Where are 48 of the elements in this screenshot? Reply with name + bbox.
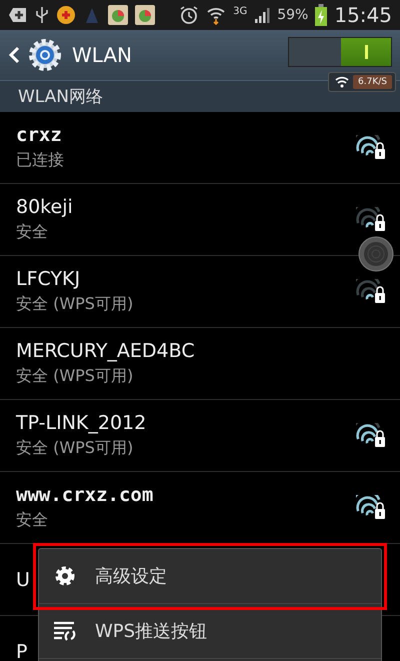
- network-name: MERCURY_AED4BC: [16, 340, 195, 362]
- screen-title: WLAN: [72, 43, 132, 67]
- network-item[interactable]: TP-LINK_2012 安全 (WPS可用): [0, 400, 400, 472]
- network-status: 已连接: [16, 150, 64, 171]
- network-status: 安全 (WPS可用): [16, 366, 134, 387]
- section-header: WLAN网络: [18, 86, 104, 108]
- network-status: 安全 (WPS可用): [16, 294, 134, 315]
- floating-button[interactable]: [358, 236, 394, 272]
- network-name: P: [16, 640, 28, 661]
- network-name: U: [16, 568, 30, 590]
- add-icon: [8, 6, 28, 24]
- wifi-lock-icon: [356, 206, 386, 232]
- settings-icon: [53, 564, 77, 588]
- battery-percent: 59%: [277, 7, 308, 23]
- menu-label: 高级设定: [95, 565, 167, 588]
- network-status: 安全: [16, 510, 49, 531]
- menu-item[interactable]: 高级设定: [39, 549, 381, 604]
- signal-icon: [254, 6, 270, 24]
- menu-label: WPS推送按钮: [95, 620, 208, 643]
- app-icon: [108, 5, 128, 25]
- wifi-switch[interactable]: [288, 37, 392, 67]
- network-name: crxz: [16, 124, 63, 146]
- speed-badge: 6.7K/S: [328, 72, 396, 92]
- gear-icon: [28, 38, 62, 72]
- menu-item[interactable]: WPS推送按钮: [39, 604, 381, 659]
- network-name: LFCYKJ: [16, 268, 82, 290]
- network-item[interactable]: MERCURY_AED4BC 安全 (WPS可用): [0, 328, 400, 400]
- network-name: TP-LINK_2012: [16, 412, 146, 434]
- network-item[interactable]: crxz 已连接: [0, 112, 400, 184]
- app-icon: [56, 5, 76, 25]
- network-name: 80keji: [16, 196, 73, 218]
- clock: 15:45: [334, 3, 392, 27]
- network-item[interactable]: www.crxz.com 安全: [0, 472, 400, 544]
- network-type: 3G: [233, 6, 248, 16]
- usb-icon: [35, 5, 49, 25]
- network-status: 安全 (WPS可用): [16, 438, 134, 459]
- battery-icon: [315, 4, 328, 26]
- app-icon: [135, 5, 155, 25]
- wps-icon: [53, 620, 77, 642]
- alarm-icon: [179, 5, 200, 25]
- wifi-lock-icon: [356, 494, 386, 520]
- network-status: 安全: [16, 222, 49, 243]
- wifi-icon: [206, 5, 226, 25]
- wifi-lock-icon: [356, 278, 386, 304]
- wifi-lock-icon: [356, 422, 386, 448]
- back-icon[interactable]: [8, 46, 20, 64]
- wifi-lock-icon: [356, 134, 386, 160]
- network-name: www.crxz.com: [16, 484, 154, 506]
